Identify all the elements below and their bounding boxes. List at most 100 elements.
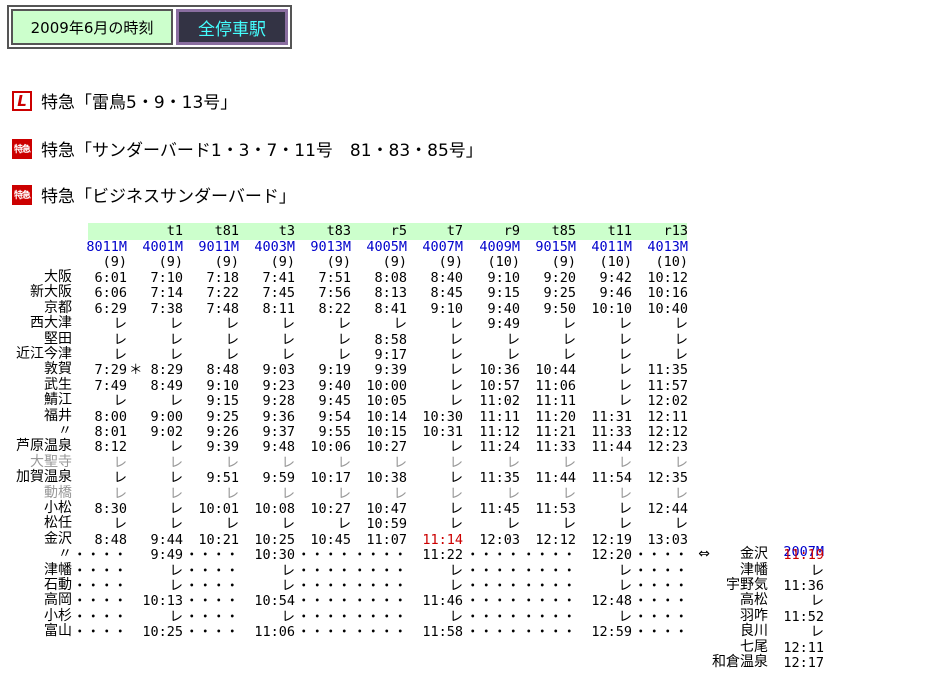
departure-time: 12:11 [647,408,688,425]
departure-time: 6:06 [94,285,127,302]
departure-time: レ [449,454,464,471]
car-count: (9) [214,254,239,270]
train-raicho[interactable]: L 特急「雷鳥5・9・13号」 [12,88,237,113]
departure-time: ・・・・ [73,562,127,579]
departure-time: レ [562,516,577,533]
departure-time: 8:48 [94,531,127,548]
departure-time: ・・・・ [73,547,127,564]
departure-time: レ [506,516,521,533]
departure-time: 11:35 [647,362,688,379]
departure-time: 9:28 [262,393,295,410]
departure-time: レ [449,516,464,533]
departure-time: レ [169,439,184,456]
departure-time: 8:08 [374,270,407,286]
departure-time: レ [562,347,577,363]
departure-time: ・・・・ [634,547,688,564]
departure-time: ・・・・ [522,562,576,579]
departure-time: ・・・・ [185,608,239,625]
departure-time: 7:18 [206,270,239,286]
station-name: 京都 [44,299,72,316]
departure-time: レ [225,516,240,533]
departure-time: 8:01 [94,424,127,440]
departure-time: レ [449,470,464,487]
train-code: t85 [551,223,576,239]
departure-time: 9:51 [206,470,239,487]
departure-time: レ [113,454,128,471]
departure-time: 9:10 [206,377,239,394]
train-thunderbird[interactable]: 特急 特急「サンダーバード1・3・7・11号 81・83・85号」 [12,136,483,161]
train-name[interactable]: 特急「サンダーバード1・3・7・11号 81・83・85号」 [41,136,483,161]
departure-time: レ [281,347,296,363]
train-name[interactable]: 特急「ビジネスサンダーバード」 [41,182,296,207]
departure-time: 10:13 [142,593,183,610]
departure-time: 7:41 [262,270,295,286]
departure-time: 9:17 [374,347,407,363]
train-code: r9 [503,223,520,239]
departure-time: 10:05 [366,393,407,410]
departure-time: レ [225,331,240,348]
connection-time: 11:19 [783,547,824,564]
departure-time: レ [674,316,689,333]
departure-time: ・・・・ [297,578,351,594]
departure-time: レ [562,485,577,502]
departure-time: レ [506,454,521,471]
departure-time: レ [169,454,184,471]
departure-time: 12:20 [591,547,632,564]
departure-time: レ [281,331,296,348]
departure-time: レ [506,347,521,363]
departure-time: 9:40 [487,300,520,317]
departure-time: レ [618,362,633,379]
departure-time: 9:23 [262,377,295,394]
departure-time: 12:23 [647,439,688,456]
departure-time: 9:37 [262,424,295,440]
train-business-thunderbird[interactable]: 特急 特急「ビジネスサンダーバード」 [12,182,296,207]
all-stops-button[interactable]: 全停車駅 [176,9,288,45]
departure-time: 10:17 [310,470,351,487]
departure-time: レ [169,331,184,348]
departure-time: 9:26 [206,424,239,440]
departure-time: 10:10 [591,300,632,317]
departure-time: 8:49 [150,377,183,394]
departure-time: 8:22 [318,300,351,317]
departure-time: 9:36 [262,408,295,425]
departure-time: 10:01 [198,501,239,517]
connection-station-name: 七尾 [740,638,768,655]
station-name: 高岡 [44,592,72,609]
train-code: t81 [214,223,239,239]
departure-time: レ [337,485,352,502]
departure-time: 9:10 [487,270,520,286]
departure-time: レ [449,393,464,410]
departure-time: レ [449,347,464,363]
connection-time: 12:11 [783,639,824,656]
timetable-date-label: 2009年6月の時刻 [11,9,173,45]
departure-time: 7:38 [150,300,183,317]
departure-time: 9:59 [262,470,295,487]
departure-time: 10:31 [422,424,463,440]
departure-time: 11:45 [479,501,520,517]
station-name: 西大津 [30,315,72,332]
departure-time: 10:38 [366,470,407,487]
departure-time: 10:27 [366,439,407,456]
departure-time: 7:48 [206,300,239,317]
departure-time: ・・・・ [634,624,688,641]
departure-time: レ [113,316,128,333]
departure-time: レ [225,485,240,502]
departure-time: 9:45 [318,393,351,410]
departure-time: 9:49 [487,316,520,333]
limited-express-icon: 特急 [12,184,32,205]
connection-station-name: 高松 [740,592,768,609]
station-name: 堅田 [44,330,72,347]
station-name: 芦原温泉 [16,438,72,455]
departure-time: ・・・・ [185,547,239,564]
station-name: 鯖江 [44,392,72,409]
departure-time: レ [618,562,633,579]
departure-time: 11:57 [647,377,688,394]
departure-time: ・・・・ [297,608,351,625]
departure-time: レ [113,470,128,487]
train-name[interactable]: 特急「雷鳥5・9・13号」 [41,88,237,113]
departure-time: 10:27 [310,501,351,517]
departure-time: 12:03 [479,531,520,548]
departure-time: ・・・・ [634,608,688,625]
departure-time: 10:30 [422,408,463,425]
departure-time: 8:58 [374,331,407,348]
